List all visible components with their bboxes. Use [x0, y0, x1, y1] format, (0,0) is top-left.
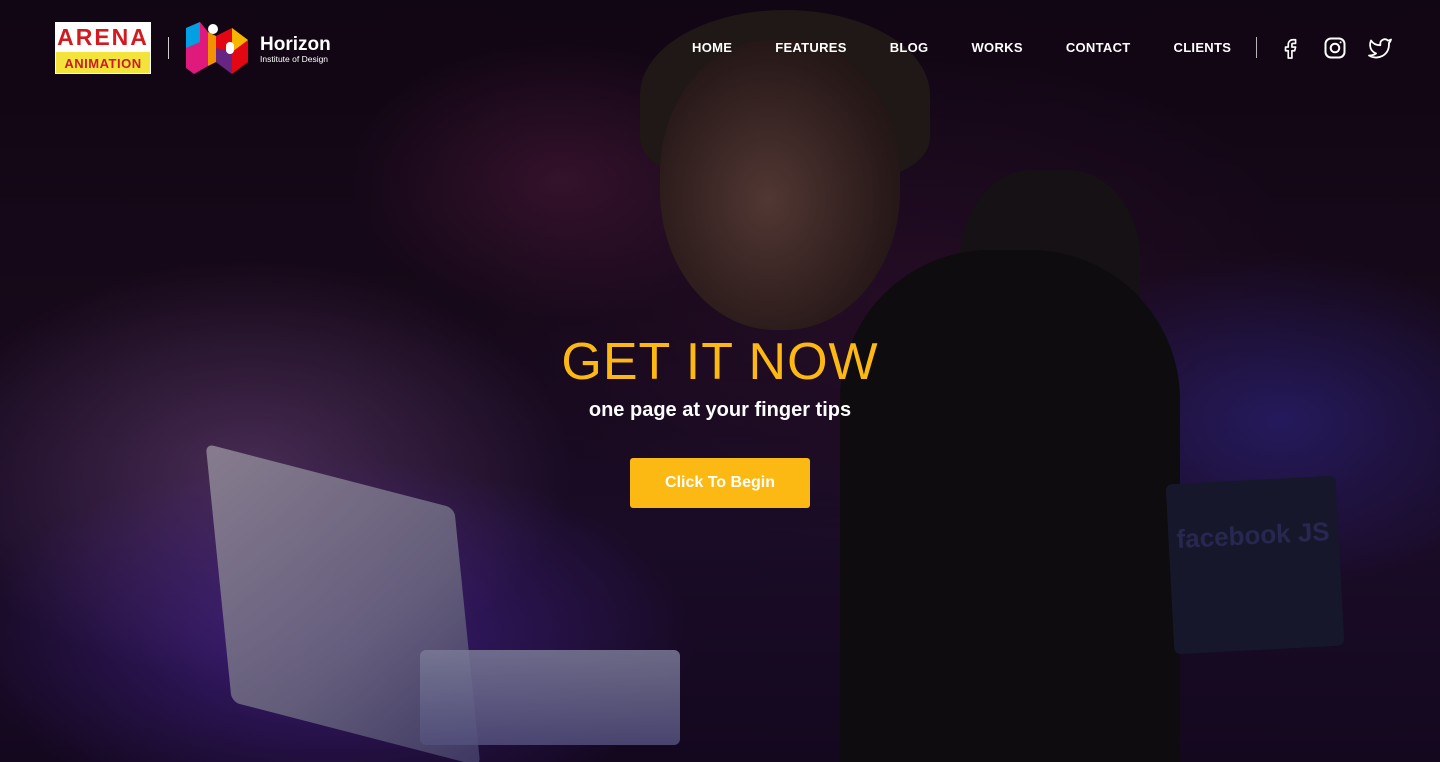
nav-item-features[interactable]: FEATURES	[775, 40, 847, 56]
arena-logo-top: ARENA	[56, 23, 150, 52]
horizon-subtitle: Institute of Design	[260, 54, 329, 64]
site-header: ARENA ANIMATION Horizon Institute of Des…	[0, 0, 1440, 96]
arena-logo-bottom: ANIMATION	[56, 52, 150, 73]
logo-divider	[168, 37, 169, 59]
nav-divider	[1256, 37, 1257, 58]
horizon-mark-icon	[186, 22, 248, 74]
nav-item-clients[interactable]: CLIENTS	[1174, 40, 1232, 56]
hero-subtitle: one page at your finger tips	[588, 399, 852, 421]
nav-item-works[interactable]: WORKS	[971, 40, 1022, 56]
twitter-icon[interactable]	[1367, 35, 1393, 61]
facebook-icon[interactable]	[1278, 35, 1304, 61]
instagram-icon[interactable]	[1322, 35, 1348, 61]
horizon-title: Horizon	[260, 34, 331, 55]
nav-item-contact[interactable]: CONTACT	[1066, 40, 1131, 56]
nav-item-home[interactable]: HOME	[692, 40, 732, 56]
horizon-logo[interactable]: Horizon Institute of Design	[186, 22, 346, 76]
nav-item-blog[interactable]: BLOG	[890, 40, 929, 56]
arena-animation-logo[interactable]: ARENA ANIMATION	[55, 22, 151, 74]
hero-title: GET IT NOW	[561, 333, 879, 391]
click-to-begin-button[interactable]: Click To Begin	[630, 458, 810, 508]
main-nav: HOME FEATURES BLOG WORKS CONTACT CLIENTS	[670, 40, 1274, 56]
